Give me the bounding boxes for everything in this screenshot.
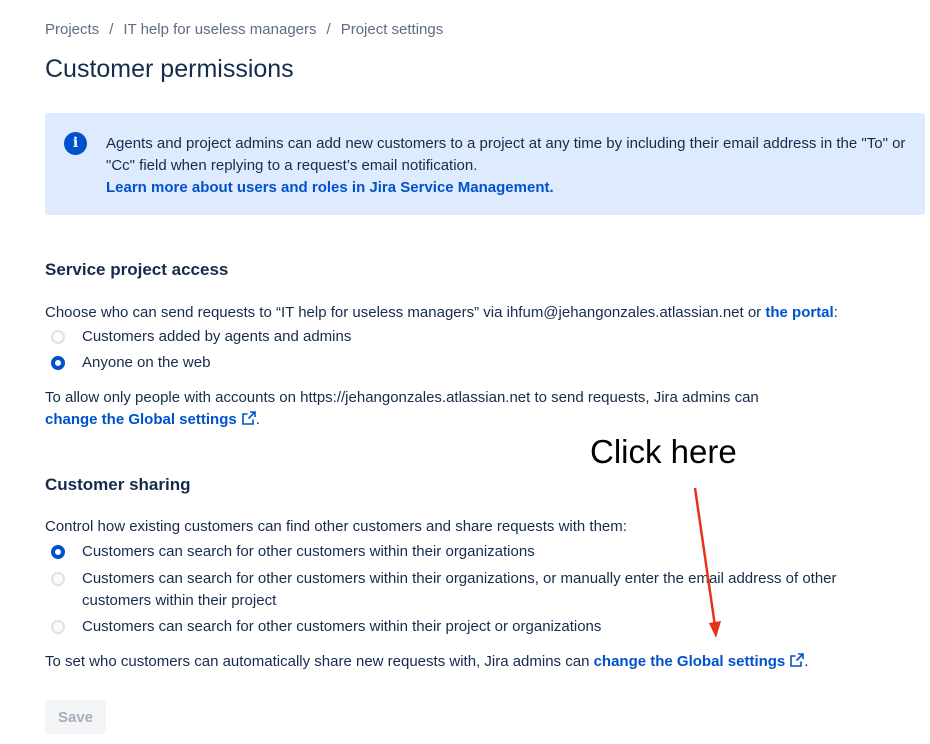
radio-option-anyone-on-web[interactable]: Anyone on the web — [45, 352, 210, 374]
info-message: Agents and project admins can add new cu… — [106, 135, 906, 174]
link-label: change the Global settings — [593, 653, 786, 670]
learn-more-link[interactable]: Learn more about users and roles in Jira… — [106, 179, 554, 196]
radio-button[interactable] — [51, 620, 65, 634]
info-text: Agents and project admins can add new cu… — [106, 133, 911, 199]
radio-label: Anyone on the web — [82, 354, 211, 371]
breadcrumb-separator: / — [109, 21, 114, 38]
save-button[interactable]: Save — [45, 700, 106, 734]
change-global-settings-link[interactable]: change the Global settings — [594, 653, 805, 670]
radio-option-search-or-email[interactable]: Customers can search for other customers… — [45, 568, 885, 612]
customer-sharing-note: To set who customers can automatically s… — [45, 651, 808, 673]
link-label: change the Global settings — [45, 411, 237, 428]
radio-button-selected[interactable] — [51, 356, 65, 370]
service-access-intro-text: Choose who can send requests to “IT help… — [45, 304, 766, 321]
annotation-arrow — [693, 487, 721, 638]
service-access-heading: Service project access — [45, 260, 229, 279]
radio-label: Customers can search for other customers… — [82, 570, 837, 609]
radio-label: Customers added by agents and admins — [82, 328, 352, 345]
breadcrumb-projects[interactable]: Projects — [45, 21, 99, 38]
page-title: Customer permissions — [45, 55, 294, 83]
external-link-icon — [790, 653, 805, 667]
radio-button[interactable] — [51, 572, 65, 586]
breadcrumb-project-settings[interactable]: Project settings — [341, 21, 444, 38]
radio-option-customers-added[interactable]: Customers added by agents and admins — [45, 326, 351, 348]
annotation-text: Click here — [590, 433, 737, 470]
radio-button-selected[interactable] — [51, 545, 65, 559]
note-period: . — [255, 411, 260, 428]
info-panel: i Agents and project admins can add new … — [45, 113, 925, 215]
customer-sharing-intro: Control how existing customers can find … — [45, 518, 627, 535]
breadcrumb-project[interactable]: IT help for useless managers — [123, 21, 316, 38]
customer-sharing-heading: Customer sharing — [45, 475, 191, 494]
service-access-note: To allow only people with accounts on ht… — [45, 387, 759, 431]
breadcrumb: Projects / IT help for useless managers / Pr… — [45, 21, 443, 38]
service-access-intro-suffix: : — [833, 304, 838, 321]
breadcrumb-separator: / — [326, 21, 331, 38]
radio-label: Customers can search for other customers… — [82, 543, 535, 560]
change-global-settings-link[interactable]: change the Global settings — [45, 411, 256, 428]
radio-option-search-organizations[interactable]: Customers can search for other customers… — [45, 541, 535, 563]
external-link-icon — [241, 411, 256, 425]
note-period: . — [804, 653, 809, 670]
service-access-intro: Choose who can send requests to “IT help… — [45, 302, 838, 324]
radio-option-search-project-or-organizations[interactable]: Customers can search for other customers… — [45, 616, 601, 638]
customer-sharing-note-text: To set who customers can automatically s… — [45, 653, 594, 670]
radio-button[interactable] — [51, 330, 65, 344]
service-access-note-text: To allow only people with accounts on ht… — [45, 389, 759, 406]
info-icon: i — [64, 132, 87, 155]
portal-link[interactable]: the portal — [765, 304, 833, 321]
radio-label: Customers can search for other customers… — [82, 618, 602, 635]
